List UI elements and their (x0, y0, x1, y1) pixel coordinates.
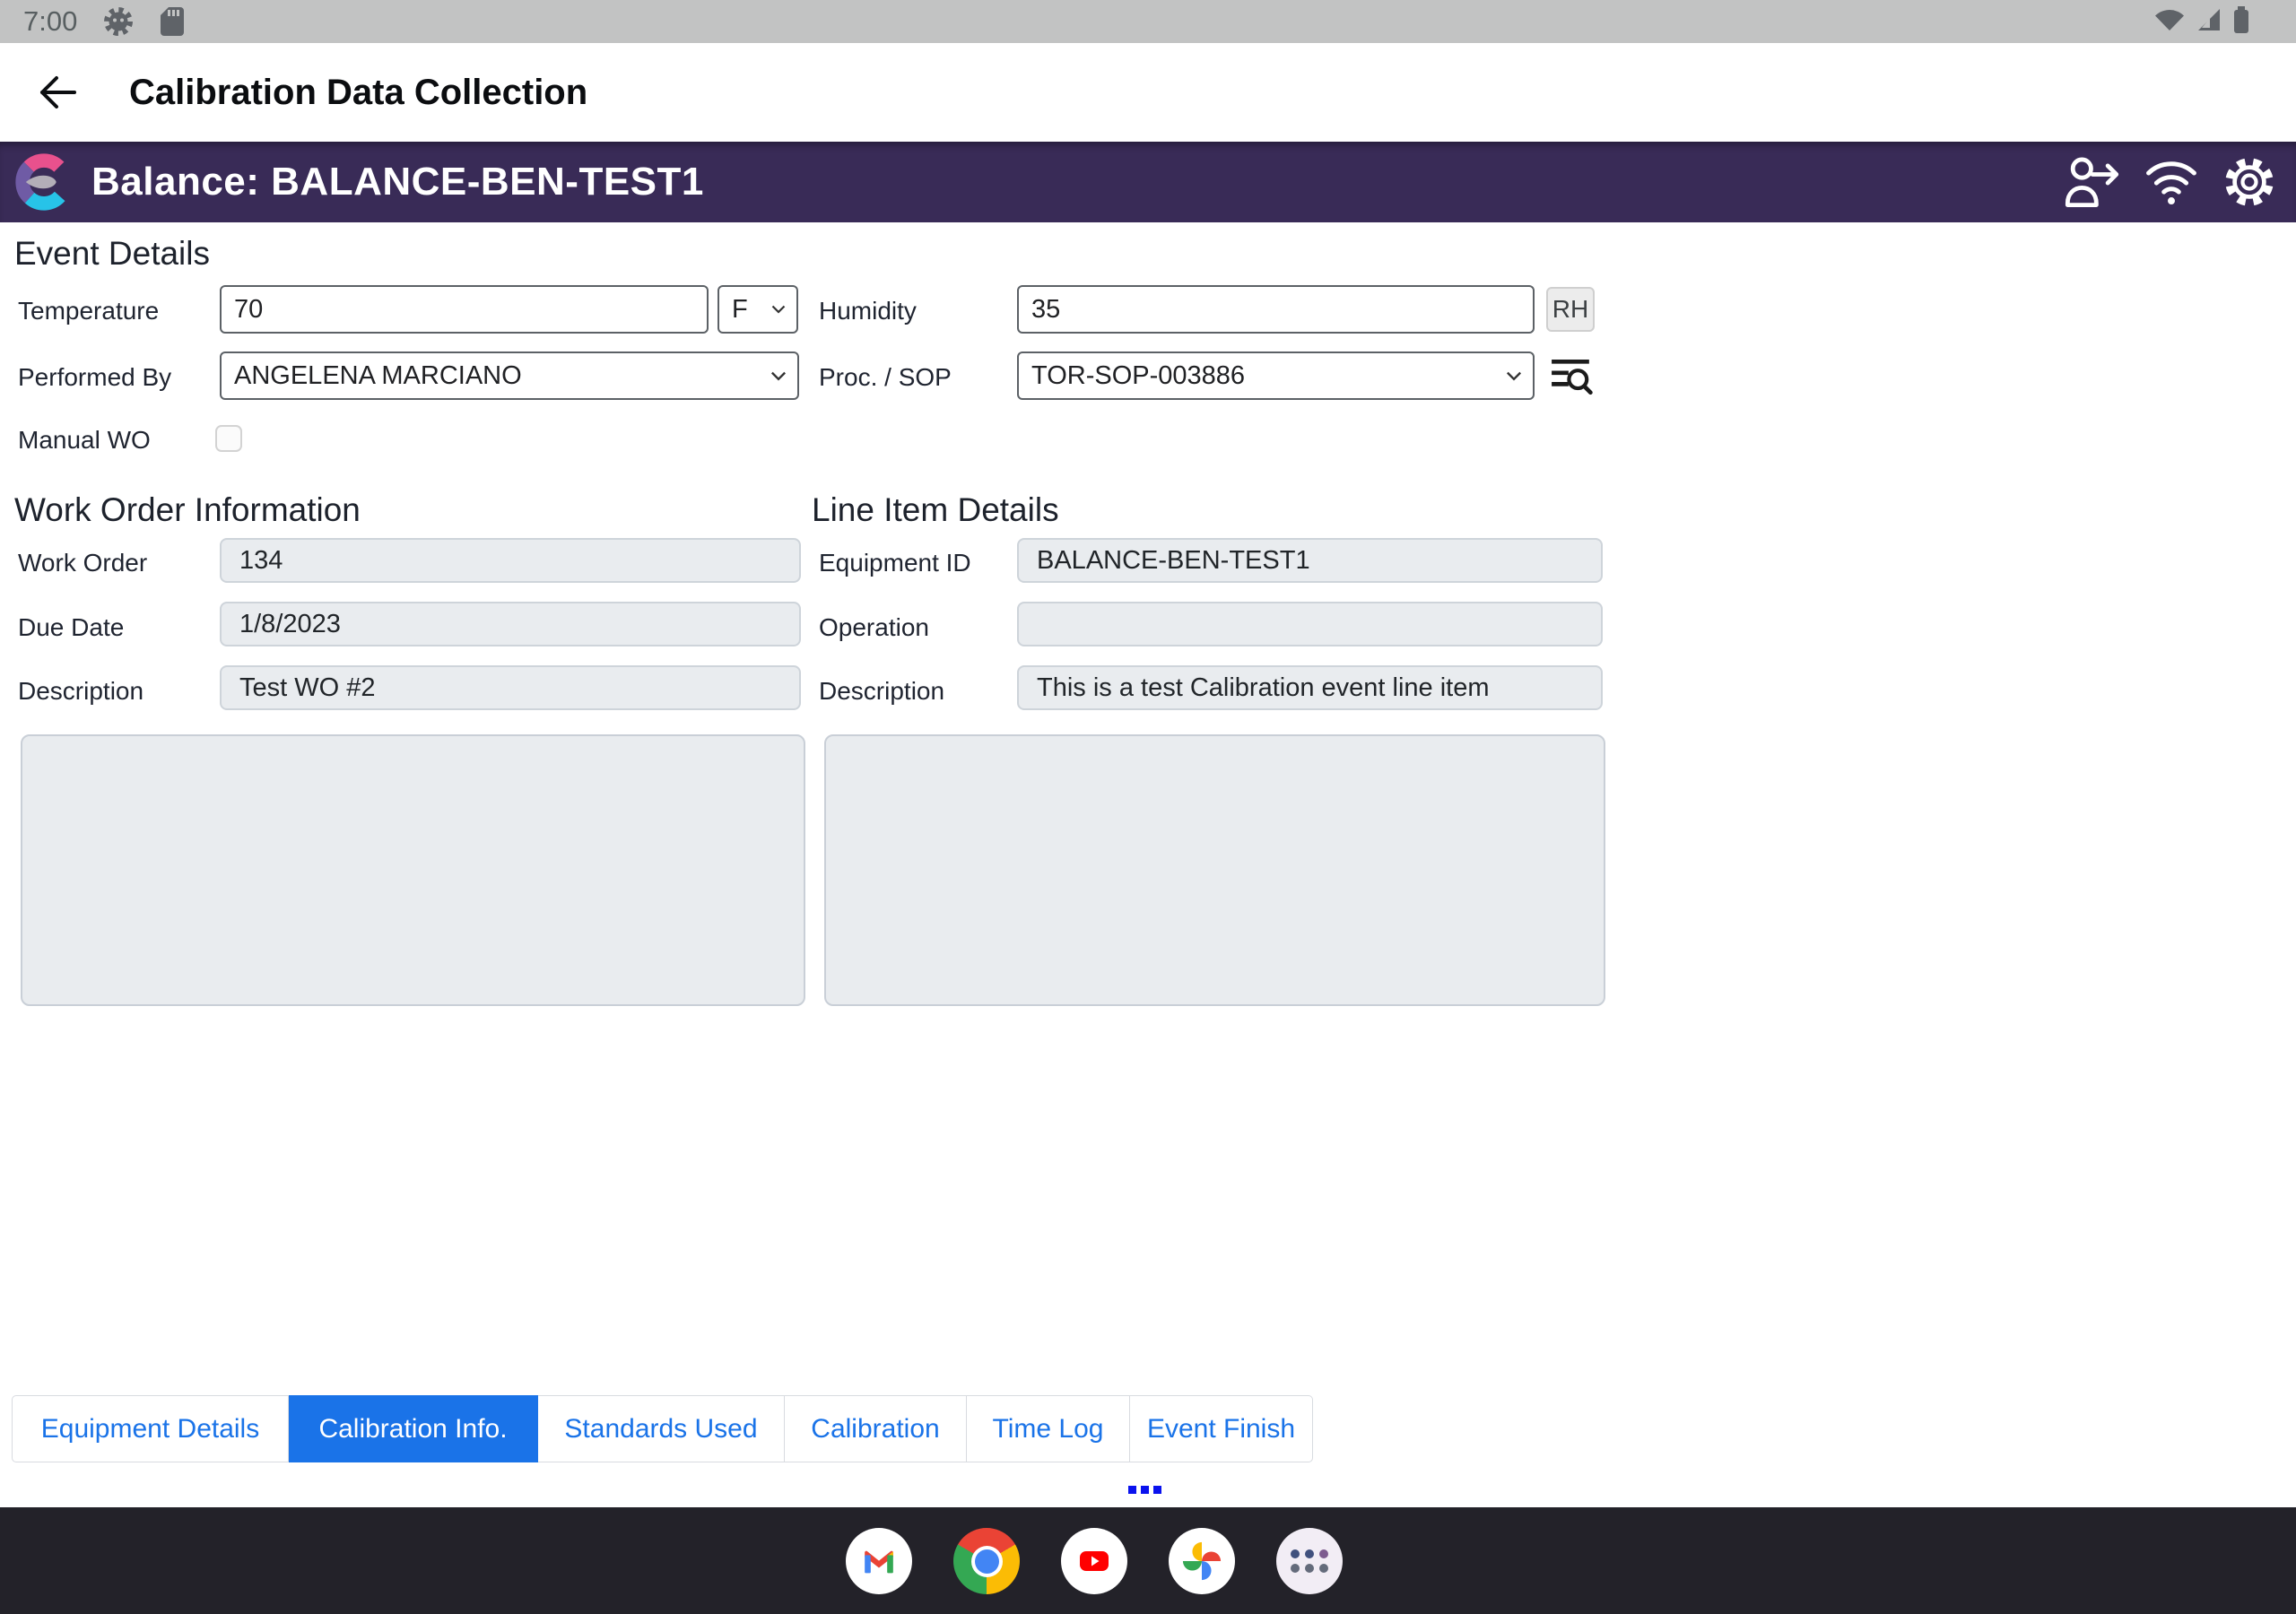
status-battery-icon (2233, 6, 2249, 38)
equipment-header: Balance: BALANCE-BEN-TEST1 (0, 142, 2296, 222)
manual-wo-label: Manual WO (18, 425, 151, 456)
chrome-icon[interactable] (953, 1528, 1020, 1594)
equipment-id-label: Equipment ID (819, 548, 971, 578)
work-order-label: Work Order (18, 548, 147, 578)
chevron-down-icon (771, 305, 786, 314)
humidity-input[interactable] (1017, 285, 1535, 334)
tab-equipment-details[interactable]: Equipment Details (12, 1395, 289, 1462)
tab-calibration[interactable]: Calibration (785, 1395, 967, 1462)
line-item-notes-area (824, 734, 1605, 1006)
temperature-input[interactable] (220, 285, 709, 334)
app-drawer-icon[interactable] (1276, 1528, 1343, 1594)
temperature-unit-select[interactable]: F (718, 285, 798, 334)
performed-by-select[interactable]: ANGELENA MARCIANO (220, 351, 799, 400)
tab-calibration-info[interactable]: Calibration Info. (289, 1395, 538, 1462)
proc-sop-label: Proc. / SOP (819, 362, 952, 393)
sop-search-list-icon[interactable] (1550, 355, 1593, 403)
section-heading-event-details: Event Details (14, 235, 210, 273)
tab-time-log[interactable]: Time Log (967, 1395, 1130, 1462)
humidity-label: Humidity (819, 296, 917, 326)
section-heading-line-item: Line Item Details (812, 491, 1059, 529)
wo-description-label: Description (18, 676, 144, 707)
bottom-tab-bar: Equipment Details Calibration Info. Stan… (12, 1395, 1313, 1462)
status-cell-signal-icon (2197, 8, 2221, 36)
section-heading-work-order: Work Order Information (14, 491, 361, 529)
screen: 7:00 (0, 0, 2296, 1614)
status-wifi-icon (2154, 8, 2185, 36)
work-order-value: 134 (220, 538, 801, 583)
proc-sop-select[interactable]: TOR-SOP-003886 (1017, 351, 1535, 400)
operation-label: Operation (819, 612, 929, 643)
wo-description-value: Test WO #2 (220, 665, 801, 710)
equipment-id-value: BALANCE-BEN-TEST1 (1017, 538, 1603, 583)
work-order-notes-area (21, 734, 805, 1006)
li-description-label: Description (819, 676, 944, 707)
gear-icon[interactable] (2222, 155, 2276, 209)
temperature-label: Temperature (18, 296, 159, 326)
humidity-unit-chip[interactable]: RH (1546, 287, 1595, 332)
overflow-dots-icon[interactable] (1128, 1486, 1161, 1494)
page-title: Calibration Data Collection (129, 73, 587, 113)
app-bar: Calibration Data Collection (0, 43, 2296, 142)
status-time: 7:00 (23, 5, 77, 38)
chevron-down-icon (770, 371, 787, 381)
status-bar: 7:00 (0, 0, 2296, 43)
operation-value (1017, 602, 1603, 646)
equipment-title: Balance: BALANCE-BEN-TEST1 (91, 160, 704, 204)
due-date-label: Due Date (18, 612, 124, 643)
dock-app-icons (846, 1528, 1343, 1594)
wifi-icon[interactable] (2144, 158, 2199, 206)
android-setup-gear-icon (100, 4, 136, 39)
gmail-icon[interactable] (846, 1528, 912, 1594)
tab-standards-used[interactable]: Standards Used (538, 1395, 785, 1462)
manual-wo-checkbox[interactable] (215, 425, 242, 452)
user-signout-icon[interactable] (2063, 156, 2120, 208)
tab-event-finish[interactable]: Event Finish (1130, 1395, 1313, 1462)
app-logo-icon (14, 152, 74, 212)
chevron-down-icon (1506, 371, 1522, 381)
li-description-value: This is a test Calibration event line it… (1017, 665, 1603, 710)
performed-by-label: Performed By (18, 362, 171, 393)
due-date-value: 1/8/2023 (220, 602, 801, 646)
back-arrow-icon[interactable] (38, 73, 77, 112)
youtube-icon[interactable] (1061, 1528, 1127, 1594)
google-photos-icon[interactable] (1169, 1528, 1235, 1594)
sd-card-icon (160, 6, 185, 37)
